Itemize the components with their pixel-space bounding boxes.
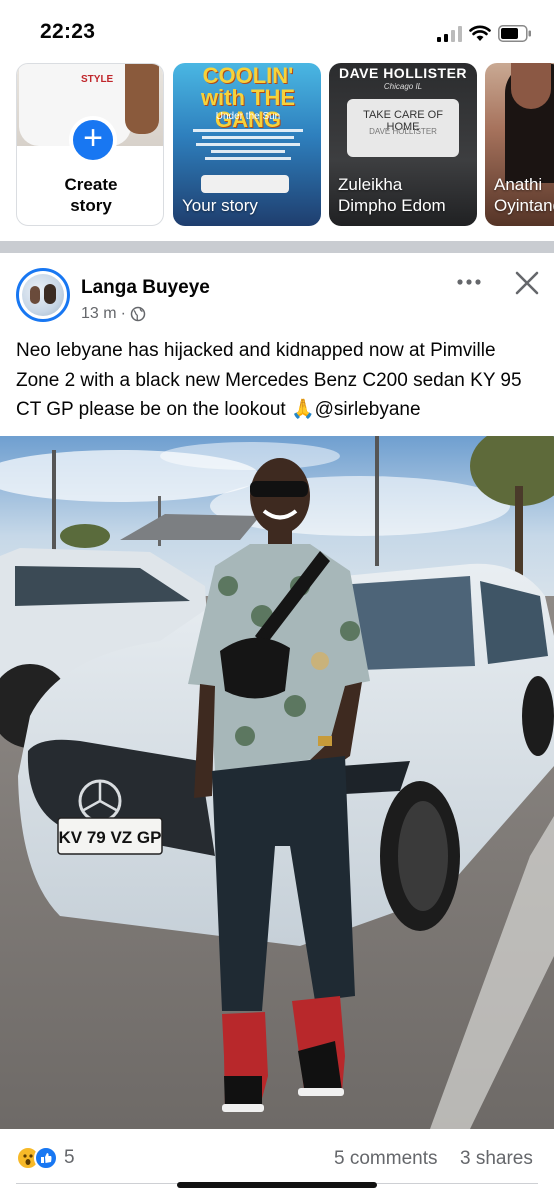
create-story-card[interactable]: STYLE + Create story bbox=[16, 63, 164, 226]
story-card-anathi[interactable]: Anathi Oyintando bbox=[485, 63, 554, 226]
story-name: Anathi Oyintando bbox=[494, 174, 554, 216]
comments-count[interactable]: 5 comments bbox=[334, 1148, 437, 1170]
story-card-zuleikha[interactable]: DAVE HOLLISTER Chicago IL TAKE CARE OF H… bbox=[329, 63, 477, 226]
post-author-name[interactable]: Langa Buyeye bbox=[81, 277, 210, 299]
like-icon bbox=[34, 1146, 58, 1170]
create-story-label: Create story bbox=[17, 174, 163, 216]
post-meta: 13 m · bbox=[81, 305, 146, 323]
music-artist: DAVE HOLLISTER bbox=[369, 127, 437, 136]
post-photo[interactable]: KV 79 VZ GP bbox=[0, 436, 554, 1129]
stories-tray: STYLE + Create story COOLIN' with THE GA… bbox=[0, 63, 554, 227]
story-card-your-story[interactable]: COOLIN' with THE GANG Under the Sun Your… bbox=[173, 63, 321, 226]
music-sticker bbox=[201, 175, 289, 193]
feed-divider bbox=[0, 241, 554, 253]
plus-icon[interactable]: + bbox=[69, 116, 117, 164]
reaction-count: 5 bbox=[64, 1147, 75, 1168]
avatar[interactable] bbox=[16, 268, 70, 322]
home-indicator[interactable] bbox=[177, 1182, 377, 1188]
status-bar: 22:23 bbox=[0, 0, 554, 62]
shares-count[interactable]: 3 shares bbox=[460, 1148, 533, 1170]
more-dots-icon[interactable] bbox=[455, 270, 483, 294]
post-text: Neo lebyane has hijacked and kidnapped n… bbox=[16, 340, 522, 420]
close-icon[interactable] bbox=[514, 270, 540, 296]
story-name-line2: Dimpho Edom bbox=[338, 196, 446, 215]
story-name-line1: Anathi bbox=[494, 175, 543, 194]
reactions-summary[interactable]: 5 bbox=[16, 1146, 75, 1170]
story-poster-subtitle: Under the Sun bbox=[215, 111, 281, 122]
story-poster-lines bbox=[187, 125, 309, 175]
status-time: 22:23 bbox=[40, 20, 96, 43]
story-name-line2: Oyintando bbox=[494, 196, 554, 215]
create-story-label-line2: story bbox=[70, 196, 112, 215]
story-name: Zuleikha Dimpho Edom bbox=[338, 174, 446, 216]
story-poster-title: DAVE HOLLISTER bbox=[338, 65, 468, 81]
globe-icon bbox=[130, 306, 146, 322]
story-poster-city: Chicago IL bbox=[383, 82, 423, 91]
meta-separator: · bbox=[120, 305, 126, 322]
battery-icon bbox=[498, 25, 531, 42]
story-name-line1: Zuleikha bbox=[338, 175, 403, 194]
wifi-icon bbox=[469, 25, 491, 41]
photo-illustration: KV 79 VZ GP bbox=[0, 436, 554, 1129]
story-name: Your story bbox=[182, 196, 258, 215]
create-story-label-line1: Create bbox=[64, 175, 118, 194]
license-plate: KV 79 VZ GP bbox=[59, 828, 162, 847]
post-time[interactable]: 13 m bbox=[81, 305, 117, 323]
signal-icon bbox=[437, 26, 462, 42]
